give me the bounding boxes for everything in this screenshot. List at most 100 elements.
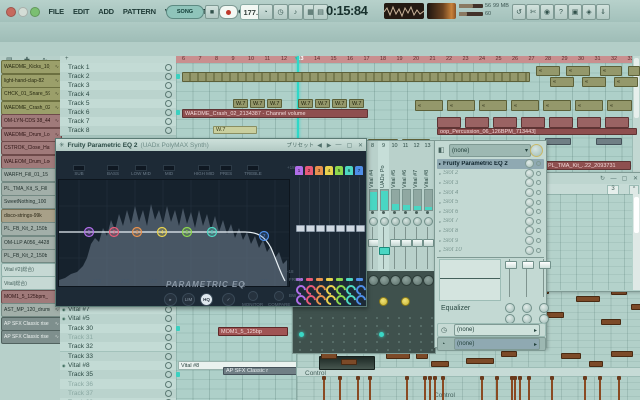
route-active-dot[interactable] — [299, 332, 304, 337]
routing-dot[interactable] — [354, 349, 356, 351]
slot-enable-icon[interactable] — [536, 248, 541, 253]
velocity-dot[interactable] — [368, 376, 372, 380]
slot-mix-knob[interactable] — [525, 169, 534, 178]
mixer-channel-name[interactable]: UADx Po — [380, 154, 386, 188]
menu-file[interactable]: FILE — [44, 7, 68, 16]
piano-roll-note[interactable] — [611, 351, 633, 357]
routing-dot[interactable] — [332, 317, 334, 319]
band-gain-handle[interactable] — [356, 225, 365, 232]
tap-tempo-icon[interactable]: ◔ — [258, 4, 273, 20]
routing-dot[interactable] — [343, 349, 345, 351]
browser-item[interactable]: OM-LYN-CDS 38_443∿ — [1, 114, 62, 128]
rack-slot-6[interactable]: ▸Slot 6 — [437, 207, 544, 217]
mixer-pan-knob[interactable] — [413, 217, 422, 226]
rack-fader-handle[interactable] — [505, 261, 517, 269]
routing-dot[interactable] — [398, 349, 400, 351]
band-gain-handle[interactable] — [316, 225, 325, 232]
browser-item[interactable]: Vital #2(総合)∿ — [1, 263, 62, 277]
browser-item[interactable]: PL_FB_Kit_2_150b∿ — [1, 222, 62, 236]
track-mute-icon[interactable] — [165, 306, 172, 313]
playlist-clip[interactable]: « — [543, 100, 571, 111]
mixer-sep-knob[interactable] — [390, 275, 401, 286]
routing-dot[interactable] — [310, 341, 312, 343]
playlist-clip[interactable]: PL_TMA_Kit_..22_2093731 — [545, 161, 631, 170]
mixer-channel-name[interactable]: Vital #8 — [424, 154, 430, 188]
routing-dot[interactable] — [354, 325, 356, 327]
route-active-dot[interactable] — [379, 332, 384, 337]
help-icon[interactable]: ? — [554, 4, 568, 20]
routing-dot[interactable] — [321, 349, 323, 351]
routing-dot[interactable] — [409, 349, 411, 351]
send-lamp-icon[interactable] — [379, 297, 388, 306]
band-gain-handle[interactable] — [326, 225, 335, 232]
track-mute-icon[interactable] — [165, 362, 172, 369]
routing-dot[interactable] — [321, 325, 323, 327]
eq-hq-button[interactable]: HQ — [200, 293, 213, 306]
mixer-fader-handle[interactable] — [423, 239, 434, 247]
browser-item[interactable]: PL_FB_Kit_2_150b∿ — [1, 249, 62, 263]
render-icon[interactable]: ◈ — [582, 4, 596, 20]
track-mute-icon[interactable] — [165, 325, 172, 332]
rack-eq-knob[interactable] — [522, 303, 532, 313]
routing-dot[interactable] — [387, 333, 389, 335]
mixer-channel-name[interactable]: Vital #6 — [402, 154, 408, 188]
preset-next-icon[interactable]: ▶ — [325, 142, 333, 149]
velocity-stem[interactable] — [357, 378, 359, 400]
playlist-clip[interactable]: « — [600, 66, 622, 76]
mute-dot-icon[interactable] — [382, 211, 385, 214]
velocity-dot[interactable] — [433, 376, 437, 380]
playlist-clip[interactable]: « — [536, 66, 560, 76]
piano-roll-right-scrollbar[interactable] — [633, 194, 640, 290]
velocity-dot[interactable] — [598, 376, 602, 380]
playlist-clip[interactable]: « — [582, 77, 606, 87]
slot-mix-knob[interactable] — [525, 217, 534, 226]
track-mute-icon[interactable] — [165, 91, 172, 98]
browser-item[interactable]: WAEDME_Crash_02_∿ — [1, 101, 62, 115]
routing-dot[interactable] — [420, 333, 422, 335]
minimize-icon[interactable]: — — [608, 176, 619, 182]
rack-slot-8[interactable]: ▸Slot 8 — [437, 226, 544, 236]
browser-item[interactable]: SweetNothing_100∿ — [1, 195, 62, 209]
slot-mix-knob[interactable] — [525, 236, 534, 245]
slot-enable-icon[interactable] — [536, 238, 541, 243]
routing-dot[interactable] — [387, 325, 389, 327]
piano-roll-right-grid[interactable] — [544, 194, 632, 290]
send-row-1[interactable]: ◷ (none)▸ — [437, 323, 546, 337]
velocity-stem[interactable] — [584, 378, 586, 400]
track-mute-icon[interactable] — [165, 381, 172, 388]
routing-dot[interactable] — [376, 349, 378, 351]
oscilloscope[interactable] — [384, 3, 424, 19]
playlist-clip[interactable]: W.7 — [267, 99, 282, 108]
velocity-stem[interactable] — [339, 378, 341, 400]
mixer-fader-handle[interactable] — [379, 247, 390, 255]
velocity-stem[interactable] — [481, 378, 483, 400]
playlist-clip[interactable]: « — [511, 100, 539, 111]
velocity-stem[interactable] — [424, 378, 426, 400]
velocity-dot[interactable] — [338, 376, 342, 380]
mixer-channel-number[interactable]: 13 — [422, 143, 433, 149]
track-mute-icon[interactable] — [165, 73, 172, 80]
add-track-icon[interactable]: + — [65, 56, 69, 62]
save-icon[interactable]: ▣ — [568, 4, 582, 20]
routing-dot[interactable] — [321, 333, 323, 335]
velocity-stem[interactable] — [514, 378, 516, 400]
maximize-icon[interactable]: ▢ — [344, 142, 355, 149]
eq-plugin-titlebar[interactable]: ✳ Fruity Parametric EQ 2 (UADx PolyMAX S… — [56, 139, 366, 151]
routing-dot[interactable] — [409, 317, 411, 319]
velocity-stem[interactable] — [323, 378, 325, 400]
playlist-clip[interactable]: « — [479, 100, 507, 111]
mixer-pan-knob[interactable] — [391, 217, 400, 226]
playlist-clip[interactable] — [577, 117, 601, 128]
mixer-pan-knob[interactable] — [369, 217, 378, 226]
slot-enable-icon[interactable] — [536, 161, 541, 166]
velocity-dot[interactable] — [441, 376, 445, 380]
preset-prev-icon[interactable]: ◀ — [314, 142, 325, 149]
mixer-sep-knob[interactable] — [379, 275, 390, 286]
routing-dot[interactable] — [398, 317, 400, 319]
browser-item[interactable]: WAEDME_Drum_Lo∿ — [1, 128, 62, 142]
mixer-channel-number[interactable]: 11 — [400, 143, 411, 149]
track-mute-icon[interactable] — [165, 343, 172, 350]
band-gain-tab[interactable]: 3 — [315, 166, 323, 175]
browser-item[interactable]: MOM1_5_125bpm_∿ — [1, 290, 62, 304]
piano-roll-note[interactable] — [341, 359, 357, 365]
